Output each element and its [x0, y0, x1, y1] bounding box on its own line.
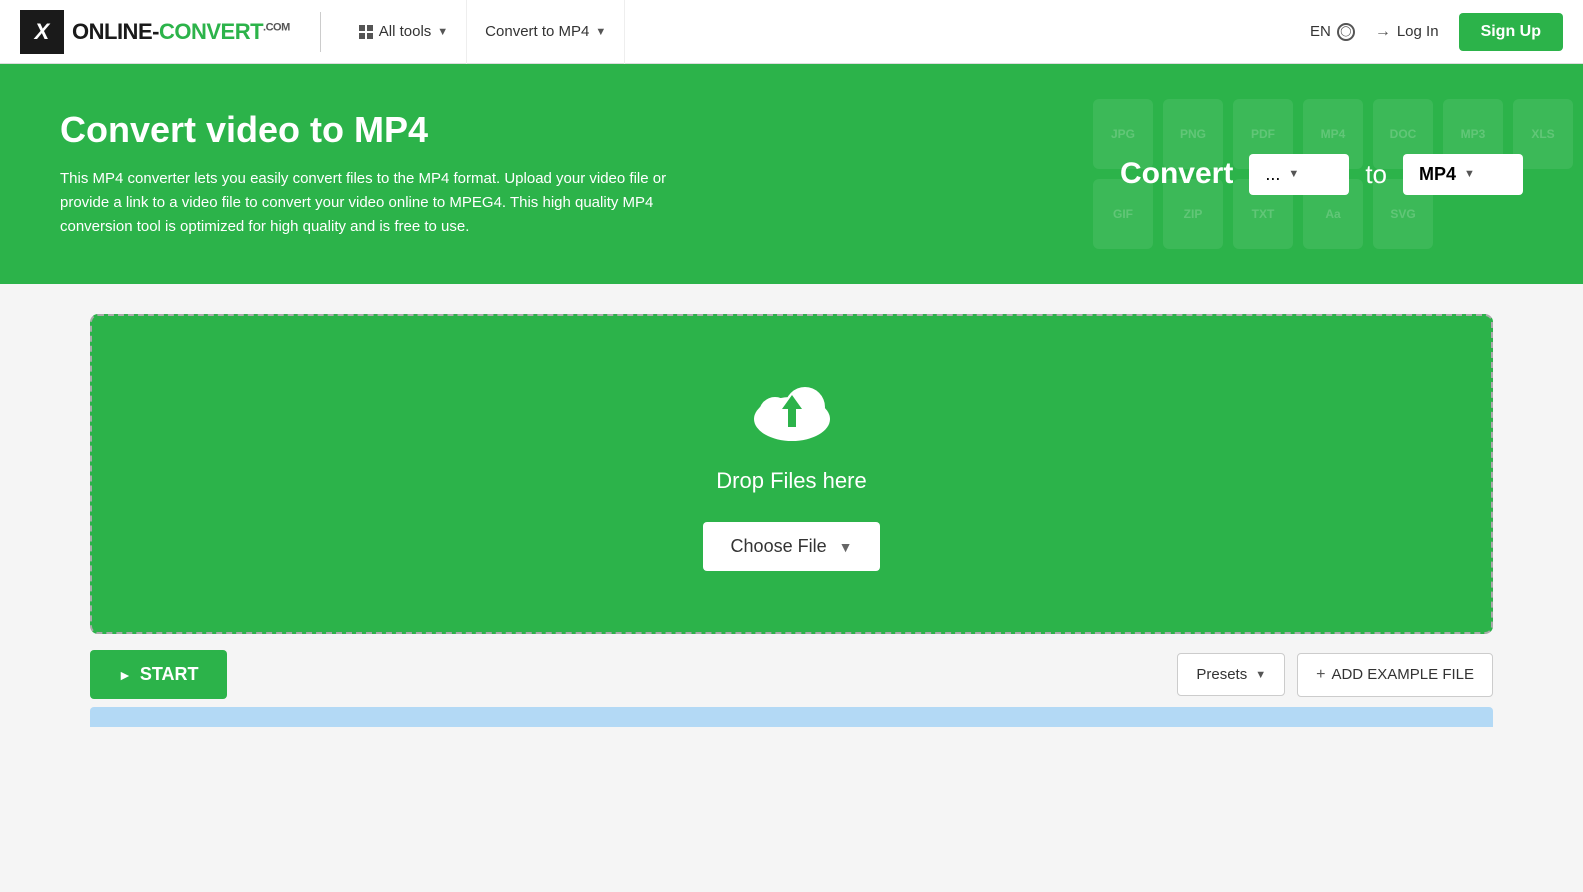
navbar-right: EN ◯ → Log In Sign Up — [1310, 13, 1563, 51]
login-button[interactable]: → Log In — [1375, 23, 1439, 41]
add-example-label: ADD EXAMPLE FILE — [1331, 666, 1474, 683]
from-format-value: ... — [1265, 164, 1280, 185]
navbar-divider — [320, 12, 321, 52]
logo-icon: X — [20, 10, 64, 54]
presets-button[interactable]: Presets ▼ — [1177, 653, 1285, 696]
to-format-select[interactable]: MP4 ▼ — [1403, 154, 1523, 195]
add-icon: + — [1316, 666, 1325, 684]
bottom-peek-bar — [90, 707, 1493, 727]
hero-title: Convert video to MP4 — [60, 109, 710, 151]
hero-description: This MP4 converter lets you easily conve… — [60, 167, 710, 239]
choose-file-label: Choose File — [731, 536, 827, 557]
logo[interactable]: X ONLINE-CONVERT.COM — [20, 10, 290, 54]
choose-file-button[interactable]: Choose File ▼ — [703, 522, 881, 571]
cloud-upload-svg — [747, 377, 837, 452]
add-example-button[interactable]: + ADD EXAMPLE FILE — [1297, 653, 1493, 697]
start-chevron-icon: ► — [118, 667, 132, 683]
from-format-chevron: ▼ — [1288, 168, 1299, 180]
all-tools-label: All tools — [379, 23, 432, 40]
logo-icon-text: X — [35, 19, 50, 45]
language-button[interactable]: EN ◯ — [1310, 23, 1355, 41]
convert-to-mp4-label: Convert to MP4 — [485, 23, 589, 40]
choose-file-chevron-icon: ▼ — [839, 539, 853, 555]
globe-icon: ◯ — [1337, 23, 1355, 41]
login-label: Log In — [1397, 23, 1439, 40]
hero-converter: Convert ... ▼ to MP4 ▼ — [1120, 154, 1523, 195]
grid-icon — [359, 25, 373, 39]
upload-cloud-icon — [747, 377, 837, 452]
navbar-menu: All tools ▼ Convert to MP4 ▼ — [341, 0, 626, 64]
all-tools-chevron: ▼ — [437, 26, 448, 38]
signup-button[interactable]: Sign Up — [1459, 13, 1563, 51]
drop-text: Drop Files here — [716, 468, 866, 494]
start-label: START — [140, 664, 199, 685]
actions-bar: ► START Presets ▼ + ADD EXAMPLE FILE — [90, 650, 1493, 699]
to-format-value: MP4 — [1419, 164, 1456, 185]
convert-label: Convert — [1120, 157, 1233, 191]
presets-chevron-icon: ▼ — [1255, 669, 1266, 681]
navbar: X ONLINE-CONVERT.COM All tools ▼ Convert… — [0, 0, 1583, 64]
login-arrow-icon: → — [1375, 23, 1391, 41]
presets-label: Presets — [1196, 666, 1247, 683]
hero-section: Convert video to MP4 This MP4 converter … — [0, 64, 1583, 284]
all-tools-nav-item[interactable]: All tools ▼ — [341, 0, 467, 64]
hero-content: Convert video to MP4 This MP4 converter … — [60, 109, 710, 239]
actions-right: Presets ▼ + ADD EXAMPLE FILE — [1177, 653, 1493, 697]
lang-label: EN — [1310, 23, 1331, 40]
convert-to-mp4-nav-item[interactable]: Convert to MP4 ▼ — [467, 0, 625, 64]
logo-text: ONLINE-CONVERT.COM — [72, 19, 290, 45]
dropzone[interactable]: Drop Files here Choose File ▼ — [90, 314, 1493, 634]
from-format-select[interactable]: ... ▼ — [1249, 154, 1349, 195]
to-format-chevron: ▼ — [1464, 168, 1475, 180]
main-content: Drop Files here Choose File ▼ ► START Pr… — [0, 284, 1583, 757]
start-button[interactable]: ► START — [90, 650, 227, 699]
to-label: to — [1365, 159, 1387, 190]
convert-to-mp4-chevron: ▼ — [595, 26, 606, 38]
